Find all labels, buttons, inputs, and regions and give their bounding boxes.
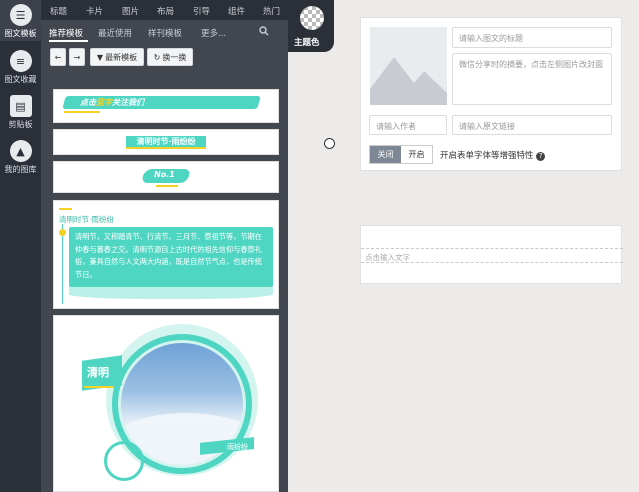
rail-item-gallery[interactable]: ▲ 我的图库 [0, 140, 41, 178]
source-link-input[interactable]: 请输入原文链接 [452, 115, 612, 135]
tab-recommended[interactable]: 推荐模板 [49, 27, 83, 39]
help-icon[interactable]: ? [536, 152, 546, 161]
yellow-dot [59, 229, 66, 236]
newest-templates-button[interactable]: ▼ 最新模板 [90, 48, 144, 66]
yellow-underline [156, 185, 178, 187]
tab-component[interactable]: 组件 [228, 5, 245, 17]
rail-item-favorites[interactable]: ≡ 图文收藏 [0, 50, 41, 88]
rail-item-templates[interactable]: ☰ 图文模板 [0, 0, 41, 41]
template-card-article[interactable]: 清明时节·雨纷纷 清明节，又称踏青节、行清节、三月节、祭祖节等，节期在仲春与暮春… [53, 200, 279, 309]
template-subnav: 推荐模板 最近使用 样刊模板 更多... [41, 24, 288, 41]
refresh-label: 换一换 [162, 52, 187, 62]
rail-item-clipboard[interactable]: ▤ 剪贴板 [0, 95, 41, 133]
article-title: 清明时节·雨纷纷 [59, 215, 114, 224]
tab-magazine[interactable]: 样刊模板 [148, 27, 182, 39]
summary-input[interactable]: 微信分享时的摘要，点击左侧图片改封面 [452, 53, 612, 105]
enhance-toggle[interactable]: 关闭 开启 [369, 145, 433, 164]
tab-more[interactable]: 更多... [201, 27, 226, 39]
toggle-description: 开启表单字体等增强特性 ? [440, 149, 546, 161]
tab-hot[interactable]: 热门 [263, 5, 280, 17]
title-input[interactable]: 请输入图文的标题 [452, 27, 612, 48]
article-body: 清明节，又称踏青节、行清节、三月节、祭祖节等，节期在仲春与暮春之交。清明节源自上… [69, 227, 273, 287]
circle-tag: 雨纷纷 [227, 443, 248, 451]
small-ring [104, 441, 144, 481]
rail-item-label: 剪贴板 [8, 120, 33, 129]
template-card-number[interactable]: No.1 [53, 161, 279, 193]
yellow-accent-bar [59, 208, 72, 210]
article-shadow [69, 287, 273, 299]
back-button[interactable]: ← [50, 48, 66, 66]
template-list: 点击蓝字关注我们 清明时节·雨纷纷 No.1 清明时节·雨纷纷 清明节，又称踏青… [41, 72, 288, 492]
article-left-rule [62, 224, 63, 304]
forward-button[interactable]: → [69, 48, 85, 66]
yellow-underline [84, 386, 114, 388]
transparent-swatch-icon[interactable] [300, 6, 324, 30]
yellow-underline [64, 111, 100, 113]
search-icon[interactable] [259, 26, 269, 39]
template-card-circle[interactable]: 清明 雨纷纷 [53, 315, 279, 492]
circle-title: 清明 [87, 366, 109, 379]
mountain-image-icon [370, 27, 447, 105]
theme-color-label: 主题色 [294, 38, 320, 48]
refresh-icon: ↻ [153, 52, 161, 62]
editor-area[interactable]: 点击输入文字 [360, 225, 623, 284]
template-card-follow[interactable]: 点击蓝字关注我们 [53, 89, 279, 123]
rail-item-label: 图文收藏 [4, 75, 37, 84]
highlight-text: 蓝字 [96, 98, 112, 107]
arrow-right-icon: → [73, 52, 81, 62]
toggle-off-option[interactable]: 关闭 [370, 146, 401, 163]
active-tab-indicator [49, 40, 88, 42]
tab-card[interactable]: 卡片 [86, 5, 103, 17]
tab-recent[interactable]: 最近使用 [98, 27, 132, 39]
cover-image-placeholder[interactable] [370, 27, 447, 105]
rail-item-label: 我的图库 [4, 165, 37, 174]
icon-rail: ☰ 图文模板 ≡ 图文收藏 ▤ 剪贴板 ▲ 我的图库 [0, 0, 41, 492]
tab-image[interactable]: 图片 [122, 5, 139, 17]
editor-text-line[interactable]: 点击输入文字 [361, 248, 623, 263]
image-icon: ▲ [9, 140, 32, 162]
tab-title[interactable]: 标题 [50, 5, 67, 17]
tab-guide[interactable]: 引导 [193, 5, 210, 17]
cover-form: 请输入图文的标题 微信分享时的摘要，点击左侧图片改封面 请输入作者 请输入原文链… [360, 17, 622, 171]
template-follow-text: 点击蓝字关注我们 [80, 98, 144, 107]
toggle-on-option[interactable]: 开启 [401, 146, 432, 163]
template-card-title[interactable]: 清明时节·雨纷纷 [53, 129, 279, 155]
template-number-text: No.1 [154, 170, 175, 179]
author-input[interactable]: 请输入作者 [369, 115, 447, 135]
cursor-icon [324, 138, 335, 149]
clipboard-icon: ▤ [9, 95, 32, 117]
tab-layout[interactable]: 布局 [157, 5, 174, 17]
layers-icon: ≡ [9, 50, 32, 72]
filter-icon: ▼ [96, 52, 104, 62]
list-icon: ☰ [9, 4, 32, 26]
rail-item-label: 图文模板 [4, 29, 37, 38]
refresh-button[interactable]: ↻ 换一换 [147, 48, 193, 66]
arrow-left-icon: ← [54, 52, 62, 62]
template-title-text: 清明时节·雨纷纷 [126, 136, 206, 149]
newest-label: 最新模板 [105, 52, 138, 62]
category-nav: 标题 卡片 图片 布局 引导 组件 热门 [41, 0, 288, 20]
